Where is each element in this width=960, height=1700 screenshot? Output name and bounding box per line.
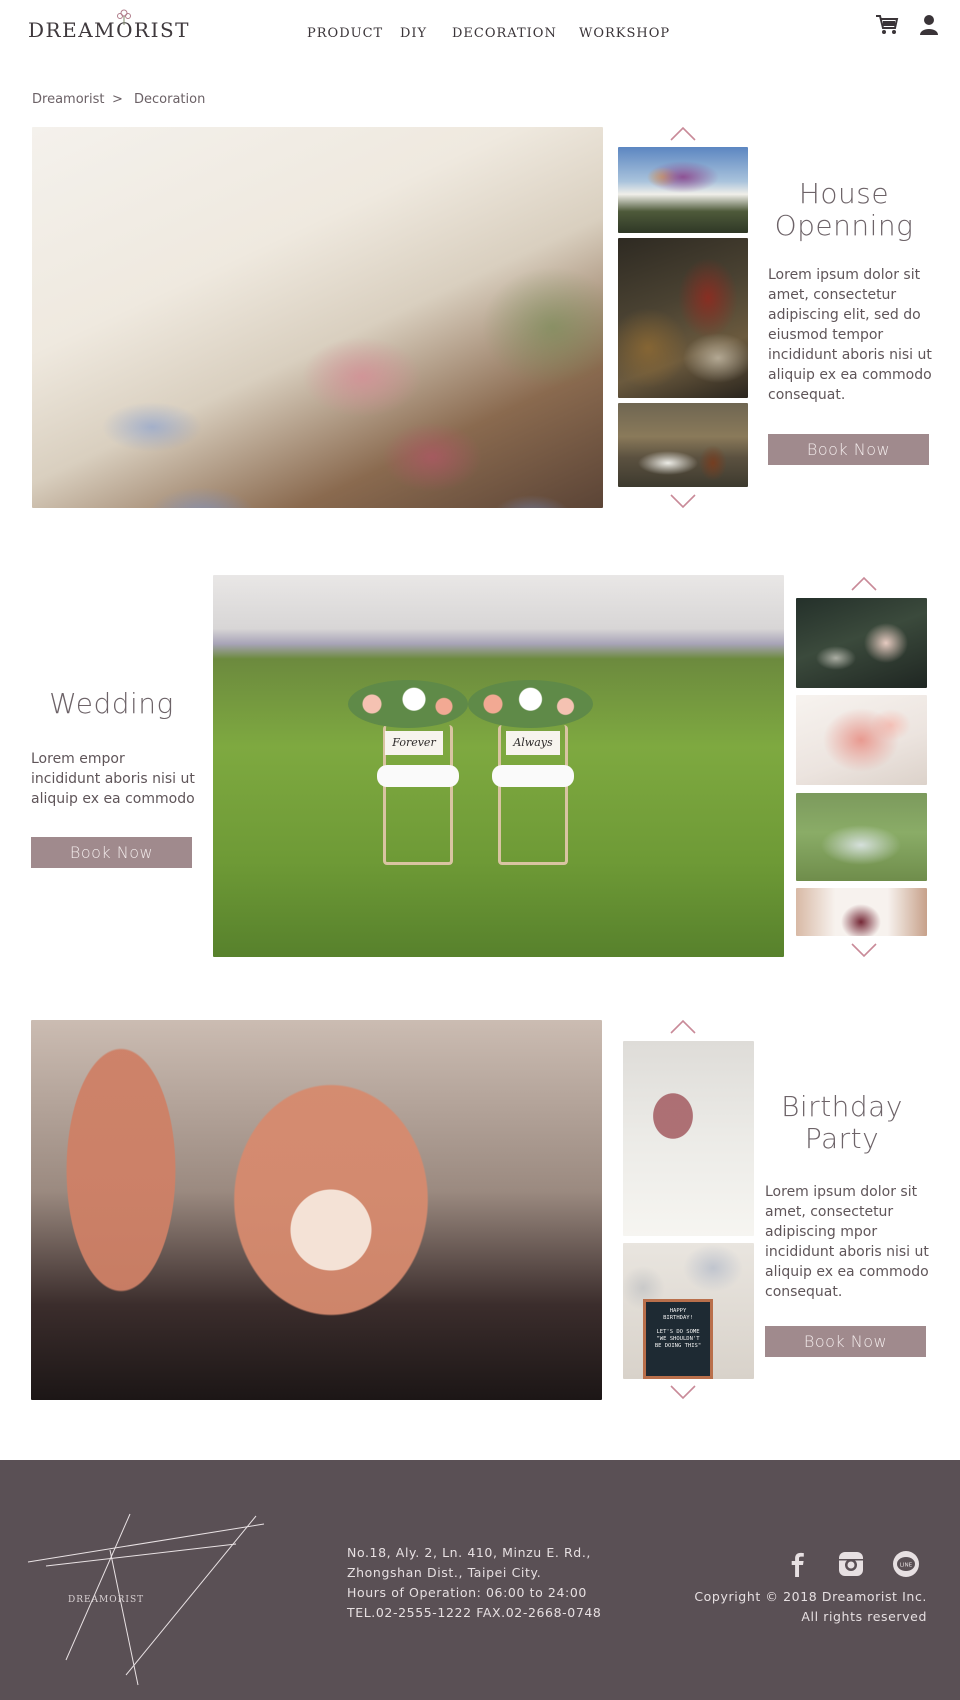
birthday-main-photo bbox=[31, 1020, 602, 1400]
line-icon-label: LINE bbox=[900, 1563, 913, 1569]
breadcrumb-current: Decoration bbox=[134, 92, 206, 107]
wedding-chair-sign-left: Forever bbox=[385, 731, 443, 755]
cart-icon[interactable] bbox=[875, 14, 899, 36]
nav-diy[interactable]: DIY bbox=[400, 26, 427, 41]
birthday-description: Lorem ipsum dolor sit amet, consectetur … bbox=[765, 1184, 929, 1300]
wedding-description: Lorem empor incididunt aboris nisi ut al… bbox=[31, 751, 195, 807]
wedding-thumb-roses[interactable] bbox=[796, 695, 927, 785]
house-thumbs-up-arrow[interactable] bbox=[669, 126, 697, 142]
brand-logo[interactable]: DREAMORIST bbox=[28, 18, 190, 42]
wedding-thumb-bouquet-dark[interactable] bbox=[796, 598, 927, 688]
wedding-book-now-button[interactable]: Book Now bbox=[31, 837, 192, 868]
wedding-main-photo: Forever Always bbox=[213, 575, 784, 957]
birthday-title: Birthday Party bbox=[781, 1090, 903, 1155]
house-title: House Openning bbox=[774, 177, 914, 242]
house-thumb-arch[interactable] bbox=[618, 147, 748, 233]
birthday-book-now-button[interactable]: Book Now bbox=[765, 1326, 926, 1357]
breadcrumb-home[interactable]: Dreamorist bbox=[32, 92, 104, 107]
footer-copyright-line1: Copyright © 2018 Dreamorist Inc. bbox=[694, 1589, 927, 1604]
wedding-thumb-bridal-bouquet[interactable] bbox=[796, 888, 927, 936]
footer-brand-signature-logo: DREAMORIST bbox=[27, 1513, 265, 1686]
birthday-letterboard-text: HAPPY BIRTHDAY! LET'S DO SOME "WE SHOULD… bbox=[643, 1299, 713, 1379]
svg-text:DREAMORIST: DREAMORIST bbox=[68, 1595, 144, 1605]
house-description: Lorem ipsum dolor sit amet, consectetur … bbox=[768, 267, 932, 403]
footer-copyright: Copyright © 2018 Dreamorist Inc. All rig… bbox=[694, 1587, 927, 1627]
line-icon[interactable]: LINE bbox=[892, 1550, 920, 1578]
instagram-icon[interactable] bbox=[837, 1550, 865, 1578]
facebook-icon[interactable] bbox=[784, 1550, 812, 1578]
birthday-thumb-heart-balloon[interactable] bbox=[623, 1041, 754, 1236]
flower-logo-icon bbox=[117, 9, 131, 25]
house-thumbs-down-arrow[interactable] bbox=[669, 493, 697, 509]
birthday-thumb-letterboard[interactable]: HAPPY BIRTHDAY! LET'S DO SOME "WE SHOULD… bbox=[623, 1243, 754, 1379]
breadcrumb-separator: > bbox=[112, 92, 123, 107]
user-icon[interactable] bbox=[919, 14, 939, 36]
nav-product[interactable]: PRODUCT bbox=[307, 26, 383, 41]
birthday-thumbs-up-arrow[interactable] bbox=[669, 1019, 697, 1035]
birthday-thumbs-down-arrow[interactable] bbox=[669, 1384, 697, 1400]
house-thumb-table[interactable] bbox=[618, 238, 748, 398]
nav-decoration[interactable]: DECORATION bbox=[452, 26, 557, 41]
wedding-chair-sign-right: Always bbox=[506, 731, 560, 755]
wedding-thumbs-up-arrow[interactable] bbox=[850, 576, 878, 592]
footer-copyright-line2: All rights reserved bbox=[801, 1609, 927, 1624]
footer-address: No.18, Aly. 2, Ln. 410, Minzu E. Rd., Zh… bbox=[347, 1545, 602, 1620]
house-book-now-button[interactable]: Book Now bbox=[768, 434, 929, 465]
wedding-title: Wedding bbox=[49, 687, 174, 720]
wedding-thumb-car[interactable] bbox=[796, 793, 927, 881]
wedding-thumbs-down-arrow[interactable] bbox=[850, 942, 878, 958]
house-thumb-forest[interactable] bbox=[618, 403, 748, 487]
house-main-photo bbox=[32, 127, 603, 508]
nav-workshop[interactable]: WORKSHOP bbox=[579, 26, 670, 41]
